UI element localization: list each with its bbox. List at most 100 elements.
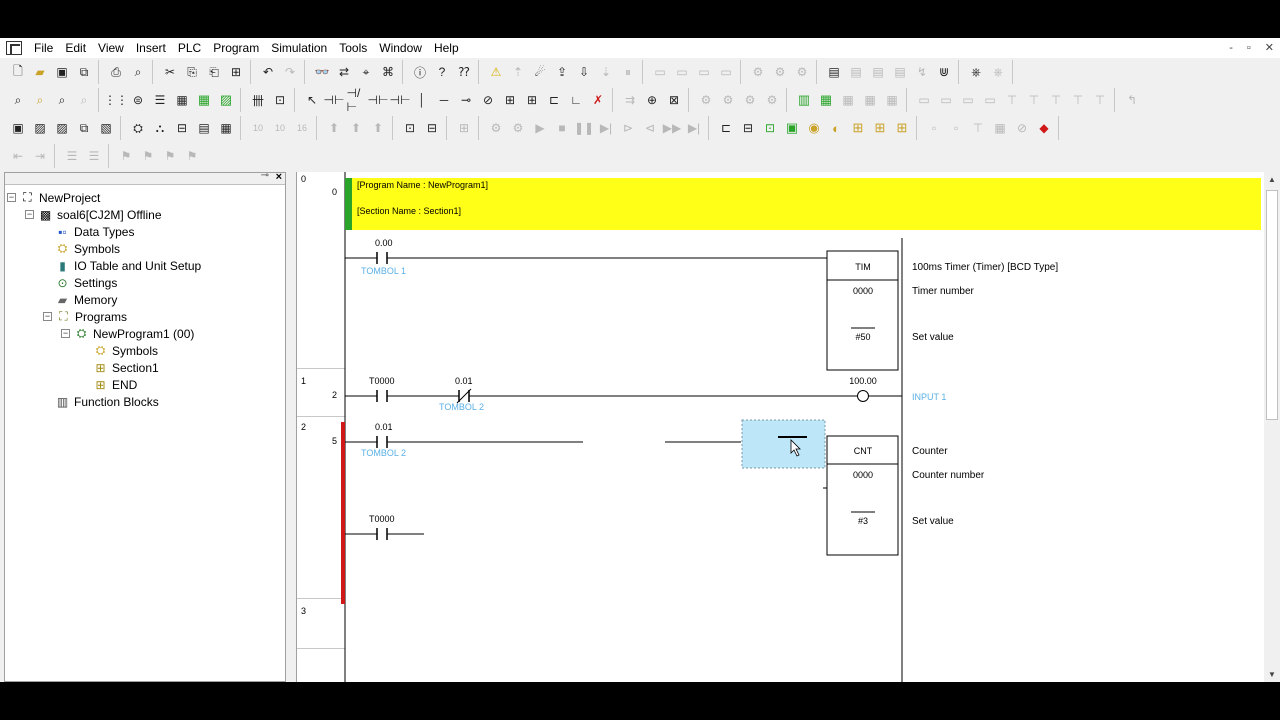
app-icon[interactable] <box>6 41 22 55</box>
tree-item-programs[interactable]: − ⛶ Programs <box>43 308 127 325</box>
new-horizontal-icon[interactable]: ─ <box>435 91 454 110</box>
contact-address[interactable]: T0000 <box>369 376 395 386</box>
bookmark-2-icon[interactable]: ⚑ <box>139 147 158 166</box>
copy-icon[interactable]: ⎘ <box>183 63 202 82</box>
online-edit-cancel-icon[interactable]: ⊠ <box>665 91 684 110</box>
set-icon[interactable]: ⬆ <box>325 119 344 138</box>
tree-item-program1[interactable]: − ⛭ NewProgram1 (00) <box>61 325 194 342</box>
context-help-icon[interactable]: ⁇ <box>455 63 474 82</box>
properties-icon[interactable]: ▧ <box>97 119 116 138</box>
new-or-contact-icon[interactable]: ⊣⊢ <box>368 91 389 110</box>
collapse-icon[interactable]: − <box>43 312 52 321</box>
menu-file[interactable]: File <box>28 38 59 58</box>
warning-icon[interactable]: ⚠ <box>487 63 506 82</box>
find-address-icon[interactable]: ⌖ <box>357 63 376 82</box>
cross-reference-icon[interactable]: ⌘ <box>379 63 398 82</box>
info-icon[interactable]: ⓘ <box>411 63 430 82</box>
new-contact-icon[interactable]: ⊣⊢ <box>324 91 345 110</box>
new-or-closed-contact-icon[interactable]: ⊣⊢ <box>390 91 411 110</box>
new-closed-coil-icon[interactable]: ⊘ <box>479 91 498 110</box>
find-icon[interactable]: 👓 <box>313 63 332 82</box>
st-8-icon[interactable]: ⊤ <box>1069 91 1088 110</box>
redo-icon[interactable]: ↷ <box>281 63 300 82</box>
watch-window-icon[interactable]: ▨ <box>53 119 72 138</box>
fb-4-icon[interactable]: ▣ <box>783 119 802 138</box>
tree-item-plc[interactable]: − ▩ soal6[CJ2M] Offline <box>25 206 162 223</box>
contact-address[interactable]: 0.01 <box>455 376 473 386</box>
new-vertical-icon[interactable]: │ <box>413 91 432 110</box>
open-folder-icon[interactable]: ▰ <box>31 63 50 82</box>
fb-1-icon[interactable]: ⊏ <box>717 119 736 138</box>
save-as-icon[interactable]: ⧉ <box>75 63 94 82</box>
step-icon[interactable]: ▶| <box>597 119 616 138</box>
reset-icon[interactable]: ⬆ <box>347 119 366 138</box>
window-1-icon[interactable]: ▤ <box>825 63 844 82</box>
bookmark-3-icon[interactable]: ⚑ <box>161 147 180 166</box>
transfer-to-plc-icon[interactable]: ⇪ <box>553 63 572 82</box>
st-9-icon[interactable]: ⊤ <box>1091 91 1110 110</box>
zoom-in-icon[interactable]: ⌕ <box>31 91 50 110</box>
fb-3-icon[interactable]: ⊡ <box>761 119 780 138</box>
new-file-icon[interactable]: 🗋 <box>9 63 28 82</box>
set-reset-icon[interactable]: ⬆ <box>369 119 388 138</box>
fb-2-icon[interactable]: ⊟ <box>739 119 758 138</box>
bookmark-1-icon[interactable]: ⚑ <box>117 147 136 166</box>
tree-item-project[interactable]: − ⛶ NewProject <box>7 189 100 206</box>
format-16-icon[interactable]: 16 <box>293 119 312 138</box>
contact-address[interactable]: 0.01 <box>375 422 393 432</box>
contact-address[interactable]: T0000 <box>369 514 395 524</box>
sim-a-icon[interactable]: ⚙ <box>487 119 506 138</box>
tree-item-data-types[interactable]: ▪▫ Data Types <box>55 223 134 240</box>
line-delete-icon[interactable]: ✗ <box>589 91 608 110</box>
tree-item-end[interactable]: ⊞ END <box>93 376 137 393</box>
online-edit-send-icon[interactable]: ⊕ <box>643 91 662 110</box>
collapse-icon[interactable]: − <box>25 210 34 219</box>
st-6-icon[interactable]: ⊤ <box>1025 91 1044 110</box>
data-trace-icon[interactable]: ▦ <box>217 119 236 138</box>
new-pt-coil-icon[interactable]: ⊏ <box>545 91 564 110</box>
menu-edit[interactable]: Edit <box>59 38 92 58</box>
pause-icon[interactable]: ⏸ <box>619 63 638 82</box>
st-7-icon[interactable]: ⊤ <box>1047 91 1066 110</box>
io-table-icon[interactable]: ▥ <box>795 91 814 110</box>
collapse-icon[interactable]: − <box>61 329 70 338</box>
tree-item-settings[interactable]: ⊙ Settings <box>55 274 117 291</box>
menu-plc[interactable]: PLC <box>172 38 207 58</box>
tree-item-function-blocks[interactable]: ▥ Function Blocks <box>55 393 159 410</box>
pin-icon[interactable]: ⊸ <box>261 170 269 181</box>
operand-1[interactable]: 0000 <box>853 470 873 480</box>
tool-5-icon[interactable]: ⊘ <box>1013 119 1032 138</box>
close-panel-icon[interactable]: × <box>276 171 282 183</box>
mode-debug-icon[interactable]: ▭ <box>673 63 692 82</box>
window-6-icon[interactable]: ⋓ <box>935 63 954 82</box>
transfer-from-plc-icon[interactable]: ⇩ <box>575 63 594 82</box>
zoom-out-icon[interactable]: ⌕ <box>75 91 94 110</box>
step-in-icon[interactable]: ⊳ <box>619 119 638 138</box>
zoom-to-fit-icon[interactable]: ⌕ <box>53 91 72 110</box>
collapse-icon[interactable]: − <box>7 193 16 202</box>
replace-icon[interactable]: ⇄ <box>335 63 354 82</box>
fb-7-icon[interactable]: ⊞ <box>849 119 868 138</box>
st-3-icon[interactable]: ▭ <box>959 91 978 110</box>
indent-icon[interactable]: ⇤ <box>9 147 28 166</box>
step-back-icon[interactable]: ↰ <box>1123 91 1142 110</box>
paste-special-icon[interactable]: ⊞ <box>227 63 246 82</box>
format-10-icon[interactable]: 10 <box>249 119 268 138</box>
show-addresses-icon[interactable]: ▦ <box>173 91 192 110</box>
uncomment-icon[interactable]: ☰ <box>85 147 104 166</box>
force-off-icon[interactable]: ⚙ <box>771 63 790 82</box>
eraser-icon[interactable]: ◆ <box>1035 119 1054 138</box>
diff-3-icon[interactable]: ⚙ <box>741 91 760 110</box>
online-edit-icon[interactable]: ⇉ <box>621 91 640 110</box>
selected-cell[interactable] <box>741 419 826 469</box>
local-symbols-icon[interactable]: ⛬ <box>151 119 170 138</box>
coil-address[interactable]: 100.00 <box>849 376 877 386</box>
sim-start-icon[interactable]: ⊡ <box>401 119 420 138</box>
restore-button[interactable]: ▫ <box>1247 38 1251 58</box>
close-button[interactable]: ✕ <box>1265 38 1274 58</box>
fb-8-icon[interactable]: ⊞ <box>871 119 890 138</box>
grid-icon[interactable]: ⋮⋮ <box>104 91 128 110</box>
new-instruction-icon[interactable]: ⊞ <box>501 91 520 110</box>
window-4-icon[interactable]: ▤ <box>891 63 910 82</box>
tool-1-icon[interactable]: ▫ <box>925 119 944 138</box>
